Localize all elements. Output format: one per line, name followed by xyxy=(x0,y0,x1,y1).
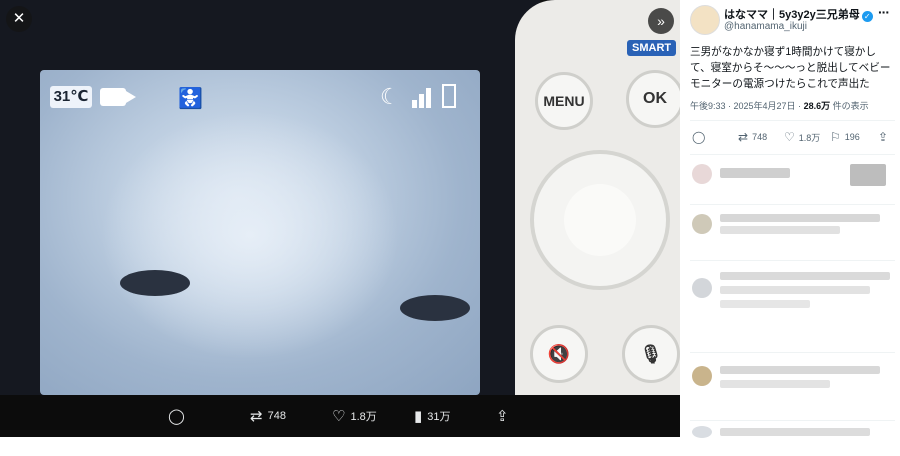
repost-icon: ⇄ xyxy=(250,408,263,425)
media-action-bar: ◯ ⇄ 748 ♡ 1.8万 ▮ 31万 ⇪ xyxy=(0,395,680,437)
expand-panel-button[interactable]: » xyxy=(648,8,674,34)
moon-icon: ☾ xyxy=(380,84,400,109)
post-text: 三男がなかなか寝ず1時間かけて寝かして、寝室からそ〜〜〜っと脱出してベビーモニタ… xyxy=(690,46,891,90)
views-count: 28.6万 xyxy=(803,101,831,111)
baby-eye-right xyxy=(400,295,470,321)
repost-icon: ⇄ xyxy=(738,130,749,144)
baby-eye-left xyxy=(120,270,190,296)
more-options-icon[interactable]: ··· xyxy=(878,4,890,20)
smart-badge: SMART xyxy=(627,40,677,56)
reply-action[interactable]: ◯ xyxy=(168,407,190,425)
repost-stat[interactable]: ⇄ 748 xyxy=(738,130,767,144)
view-count: 31万 xyxy=(427,411,451,423)
temperature-readout: 31℃ xyxy=(50,86,92,108)
dpad-control xyxy=(530,150,670,290)
ok-hw-button: OK xyxy=(626,70,680,128)
share-icon: ⇪ xyxy=(496,408,509,425)
divider xyxy=(690,420,895,421)
media-viewer: 31℃ 🚼 ☾ SMART MENU OK 🔇 🎙 ✕ » ◯ ⇄ 748 ♡ … xyxy=(0,0,680,437)
divider xyxy=(690,352,895,353)
baby-face xyxy=(100,110,400,360)
reply-icon: ◯ xyxy=(692,130,706,144)
divider xyxy=(690,120,895,121)
reply-item[interactable] xyxy=(690,360,895,392)
bookmark-icon: ⚐ xyxy=(830,130,841,144)
heart-icon: ♡ xyxy=(332,408,346,425)
author-handle[interactable]: @hanamama_ikuji xyxy=(724,21,807,32)
like-count: 1.8万 xyxy=(350,411,377,423)
heart-icon: ♡ xyxy=(784,130,795,144)
mute-hw-icon: 🔇 xyxy=(530,325,588,383)
close-button[interactable]: ✕ xyxy=(6,6,32,32)
like-action[interactable]: ♡ 1.8万 xyxy=(332,407,377,425)
like-stat[interactable]: ♡ 1.8万 xyxy=(784,130,820,144)
share-action[interactable]: ⇪ xyxy=(496,407,509,425)
reply-item[interactable] xyxy=(690,424,895,456)
post-time[interactable]: 午後9:33 · 2025年4月27日 · xyxy=(690,101,804,111)
menu-hw-button: MENU xyxy=(535,72,593,130)
author-name[interactable]: はなママ｜5y3y2y三兄弟母 ✓ xyxy=(724,6,873,22)
bookmark-stat[interactable]: ⚐ 196 xyxy=(830,130,860,144)
post-panel: はなママ｜5y3y2y三兄弟母 ✓ @hanamama_ikuji ··· 三男が… xyxy=(680,0,900,438)
reply-item[interactable] xyxy=(690,268,895,308)
mic-hw-icon: 🎙 xyxy=(622,325,680,383)
verified-icon: ✓ xyxy=(861,11,873,22)
repost-action[interactable]: ⇄ 748 xyxy=(250,407,286,425)
share-icon: ⇪ xyxy=(878,130,889,144)
bar-chart-icon: ▮ xyxy=(414,408,423,425)
reply-icon: ◯ xyxy=(168,408,185,425)
reply-stat[interactable]: ◯ xyxy=(692,130,709,144)
battery-icon xyxy=(442,84,456,108)
views-action[interactable]: ▮ 31万 xyxy=(414,407,451,425)
media-photo[interactable]: 31℃ 🚼 ☾ SMART MENU OK 🔇 🎙 xyxy=(0,0,680,395)
avatar[interactable] xyxy=(690,5,720,35)
post-header: はなママ｜5y3y2y三兄弟母 ✓ @hanamama_ikuji ··· xyxy=(680,0,900,44)
baby-monitor-screen xyxy=(40,70,480,395)
repost-count: 748 xyxy=(267,410,286,422)
reply-item[interactable] xyxy=(690,160,895,192)
divider xyxy=(690,260,895,261)
signal-icon xyxy=(412,84,436,108)
share-stat[interactable]: ⇪ xyxy=(878,130,888,144)
divider xyxy=(690,204,895,205)
baby-icon: 🚼 xyxy=(178,88,203,110)
camera-icon xyxy=(100,88,136,106)
reply-item[interactable] xyxy=(690,210,895,242)
post-meta: 午後9:33 · 2025年4月27日 · 28.6万 件の表示 xyxy=(690,101,869,111)
divider xyxy=(690,154,895,155)
post-stats: ◯ ⇄ 748 ♡ 1.8万 ⚐ 196 ⇪ xyxy=(690,130,895,148)
